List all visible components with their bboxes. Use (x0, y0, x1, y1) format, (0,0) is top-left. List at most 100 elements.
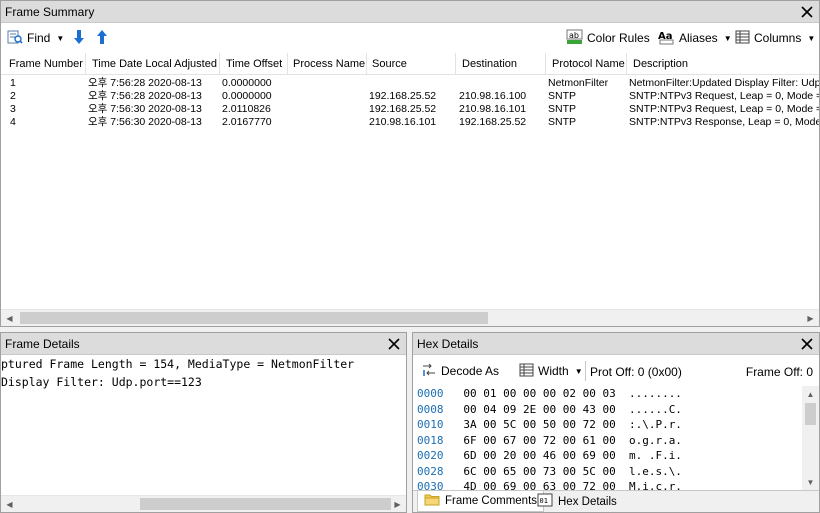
hex-row: 0010 3A 00 5C 00 50 00 72 00 :.\.P.r. (417, 417, 682, 433)
detail-tree-line[interactable]: Display Filter: Udp.port==123 (1, 375, 202, 389)
column-header[interactable]: Protocol Name (552, 58, 625, 70)
columns-button[interactable]: Columns ▼ (735, 28, 815, 48)
time-offset-cell: 2.0167770 (222, 116, 272, 128)
protocol-cell: NetmonFilter (548, 77, 609, 89)
column-divider[interactable] (455, 53, 456, 75)
time-offset-cell: 0.0000000 (222, 90, 272, 102)
hex-row: 0018 6F 00 67 00 72 00 61 00 o.g.r.a. (417, 433, 682, 449)
scroll-left-icon[interactable]: ◀ (1, 310, 18, 326)
tab-frame-comments[interactable]: Frame Comments (417, 491, 545, 512)
hex-details-close-icon[interactable] (798, 335, 816, 353)
column-header[interactable]: Time Date Local Adjusted (92, 58, 217, 70)
hex-pane-tabs: Frame Comments 01 Hex Details (413, 490, 819, 512)
scroll-thumb[interactable] (805, 403, 816, 425)
hex-row: 0008 00 04 09 2E 00 00 43 00 ......C. (417, 402, 682, 418)
frame-summary-titlebar: Frame Summary (1, 1, 819, 23)
svg-text:01: 01 (540, 497, 548, 505)
tab-hex-details-label: Hex Details (558, 495, 617, 508)
column-divider[interactable] (219, 53, 220, 75)
summary-toolbar: Find ▼ ab Color Rules Aa Aliases ▼ Colum… (1, 24, 819, 51)
width-icon (519, 363, 534, 380)
find-next-button[interactable] (72, 28, 86, 48)
tab-hex-details[interactable]: 01 Hex Details (531, 491, 623, 512)
column-divider[interactable] (626, 53, 627, 75)
columns-label: Columns (754, 31, 802, 45)
scroll-right-icon[interactable]: ▶ (802, 310, 819, 326)
color-rules-button[interactable]: ab Color Rules (566, 28, 650, 48)
column-header[interactable]: Destination (462, 58, 517, 70)
color-rules-label: Color Rules (587, 31, 650, 45)
hex-offset: 0020 (417, 449, 444, 462)
column-header[interactable]: Description (633, 58, 688, 70)
hex-row: 0020 6D 00 20 00 46 00 69 00 m. .F.i. (417, 448, 682, 464)
hex-offset: 0000 (417, 387, 444, 400)
svg-text:ab: ab (569, 31, 579, 40)
summary-horizontal-scrollbar[interactable]: ◀ ▶ (1, 309, 819, 326)
hex-ascii: m. .F.i. (628, 449, 682, 462)
frame-summary-close-icon[interactable] (798, 3, 816, 21)
frame-details-close-icon[interactable] (385, 335, 403, 353)
hex-ascii: ........ (628, 387, 682, 400)
chevron-down-icon: ▼ (723, 33, 732, 43)
column-header[interactable]: Time Offset (226, 58, 282, 70)
frame-number-cell: 4 (10, 116, 16, 128)
toolbar-separator (585, 361, 586, 381)
scroll-right-icon[interactable]: ▶ (389, 496, 406, 512)
hex-ascii: ......C. (628, 402, 682, 416)
hex-row: 0030 4D 00 69 00 63 00 72 00 M.i.c.r. (417, 479, 682, 490)
grid-header: Frame Number Time Date Local Adjusted Ti… (1, 53, 819, 75)
column-header[interactable]: Frame Number (9, 58, 83, 70)
destination-cell: 210.98.16.100 (459, 90, 527, 102)
destination-cell: 192.168.25.52 (459, 116, 527, 128)
frame-summary-title: Frame Summary (5, 5, 95, 19)
detail-tree-line[interactable]: ptured Frame Length = 154, MediaType = N… (1, 357, 354, 371)
column-divider[interactable] (287, 53, 288, 75)
width-button[interactable]: Width ▼ (519, 361, 583, 381)
find-button[interactable]: Find ▼ (7, 28, 64, 48)
table-row[interactable]: 2 오후 7:56:28 2020-08-13 0.0000000 192.16… (1, 90, 819, 103)
column-header[interactable]: Process Name (293, 58, 365, 70)
hex-bytes: 00 01 00 00 00 02 00 03 (463, 387, 616, 400)
column-divider[interactable] (366, 53, 367, 75)
hex-vertical-scrollbar[interactable]: ▲ ▼ (802, 386, 819, 490)
table-row[interactable]: 1 오후 7:56:28 2020-08-13 0.0000000 Netmon… (1, 77, 819, 90)
hex-offset: 0028 (417, 464, 444, 478)
hex-offset: 0018 (417, 433, 444, 447)
scroll-left-icon[interactable]: ◀ (1, 496, 18, 512)
description-cell: NetmonFilter:Updated Display Filter: Udp… (629, 77, 819, 89)
time-offset-cell: 0.0000000 (222, 77, 272, 89)
scroll-thumb[interactable] (20, 312, 488, 324)
find-icon (7, 29, 23, 48)
hex-details-title: Hex Details (417, 337, 479, 351)
aliases-icon: Aa (658, 29, 675, 48)
time-cell: 오후 7:56:30 2020-08-13 (88, 103, 202, 115)
hex-ascii: M.i.c.r. (628, 480, 682, 490)
hex-details-titlebar: Hex Details (413, 333, 819, 355)
details-horizontal-scrollbar[interactable]: ◀ ▶ (1, 495, 406, 512)
hex-offset: 0008 (417, 402, 444, 416)
find-previous-button[interactable] (95, 28, 109, 48)
protocol-cell: SNTP (548, 90, 577, 102)
prot-offset-readout: Prot Off: 0 (0x00) (590, 365, 682, 379)
source-cell: 192.168.25.52 (369, 90, 437, 102)
column-header[interactable]: Source (372, 58, 407, 70)
hex-row: 0028 6C 00 65 00 73 00 5C 00 l.e.s.\. (417, 464, 682, 480)
table-row[interactable]: 4 오후 7:56:30 2020-08-13 2.0167770 210.98… (1, 116, 819, 129)
aliases-button[interactable]: Aa Aliases ▼ (658, 28, 732, 48)
hex-view[interactable]: 0000 00 01 00 00 00 02 00 03 ........ 00… (413, 386, 801, 490)
table-row[interactable]: 3 오후 7:56:30 2020-08-13 2.0110826 192.16… (1, 103, 819, 116)
decode-as-icon (421, 362, 437, 381)
scroll-down-icon[interactable]: ▼ (802, 474, 819, 490)
scroll-up-icon[interactable]: ▲ (802, 386, 819, 402)
description-cell: SNTP:NTPv3 Request, Leap = 0, Mode = 3 (629, 103, 819, 115)
columns-icon (735, 30, 750, 47)
decode-as-button[interactable]: Decode As (421, 361, 499, 381)
scroll-thumb[interactable] (140, 498, 391, 510)
column-divider[interactable] (85, 53, 86, 75)
hex-bytes: 3A 00 5C 00 50 00 72 00 (463, 418, 616, 431)
hex-bytes: 00 04 09 2E 00 00 43 00 (463, 402, 616, 416)
chevron-down-icon: ▼ (574, 366, 583, 376)
frame-details-title: Frame Details (5, 337, 80, 351)
column-divider[interactable] (545, 53, 546, 75)
hex-icon: 01 (537, 493, 553, 510)
